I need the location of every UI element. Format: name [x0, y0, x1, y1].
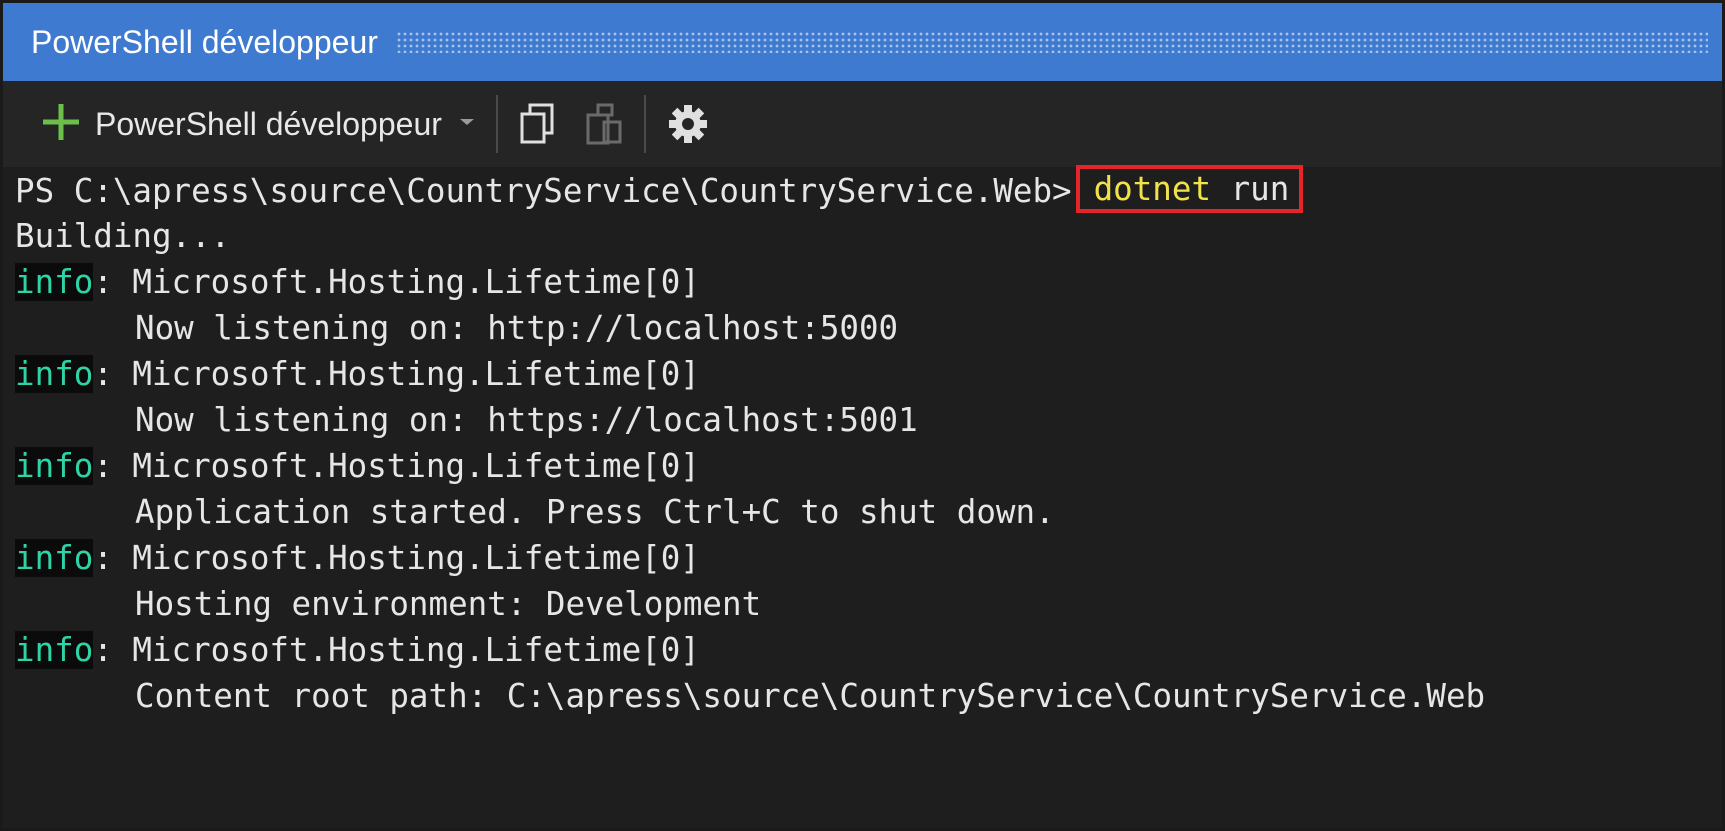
- log-category: : Microsoft.Hosting.Lifetime[0]: [93, 539, 700, 577]
- title-bar[interactable]: PowerShell développeur: [3, 3, 1722, 81]
- new-terminal-button[interactable]: PowerShell développeur: [41, 102, 476, 147]
- log-category: : Microsoft.Hosting.Lifetime[0]: [93, 631, 700, 669]
- terminal-window: PowerShell développeur PowerShell dévelo…: [0, 0, 1725, 831]
- log-header-line: info: Microsoft.Hosting.Lifetime[0]: [15, 259, 1722, 305]
- log-message: Content root path: C:\apress\source\Coun…: [135, 677, 1486, 715]
- window-title: PowerShell développeur: [31, 23, 378, 60]
- log-message: Now listening on: https://localhost:5001: [135, 401, 918, 439]
- plus-icon: [41, 102, 81, 147]
- gear-icon[interactable]: [666, 102, 710, 146]
- info-level: info: [15, 355, 94, 393]
- prompt-text: PS C:\apress\source\CountryService\Count…: [15, 172, 1072, 210]
- terminal-output[interactable]: PS C:\apress\source\CountryService\Count…: [3, 165, 1722, 828]
- output-line: Building...: [15, 217, 231, 255]
- toolbar: PowerShell développeur: [3, 81, 1722, 167]
- log-header-line: info: Microsoft.Hosting.Lifetime[0]: [15, 535, 1722, 581]
- log-header-line: info: Microsoft.Hosting.Lifetime[0]: [15, 443, 1722, 489]
- toolbar-separator: [495, 95, 498, 153]
- command-highlight: dotnet run: [1075, 165, 1304, 213]
- log-header-line: info: Microsoft.Hosting.Lifetime[0]: [15, 351, 1722, 397]
- command-keyword: dotnet: [1093, 170, 1212, 208]
- log-message: Hosting environment: Development: [135, 585, 762, 623]
- log-header-line: info: Microsoft.Hosting.Lifetime[0]: [15, 627, 1722, 673]
- prompt-line: PS C:\apress\source\CountryService\Count…: [15, 165, 1722, 213]
- log-category: : Microsoft.Hosting.Lifetime[0]: [93, 355, 700, 393]
- paste-icon[interactable]: [584, 102, 624, 146]
- copy-icon[interactable]: [518, 102, 558, 146]
- toolbar-separator: [643, 95, 646, 153]
- new-terminal-label: PowerShell développeur: [95, 105, 442, 142]
- log-message: Application started. Press Ctrl+C to shu…: [135, 493, 1055, 531]
- info-level: info: [15, 263, 94, 301]
- log-message: Now listening on: http://localhost:5000: [135, 309, 899, 347]
- command-arg: run: [1211, 170, 1290, 208]
- log-category: : Microsoft.Hosting.Lifetime[0]: [93, 447, 700, 485]
- log-category: : Microsoft.Hosting.Lifetime[0]: [93, 263, 700, 301]
- chevron-down-icon[interactable]: [458, 115, 476, 133]
- title-bar-grip: [395, 31, 1708, 53]
- info-level: info: [15, 539, 94, 577]
- info-level: info: [15, 447, 94, 485]
- info-level: info: [15, 631, 94, 669]
